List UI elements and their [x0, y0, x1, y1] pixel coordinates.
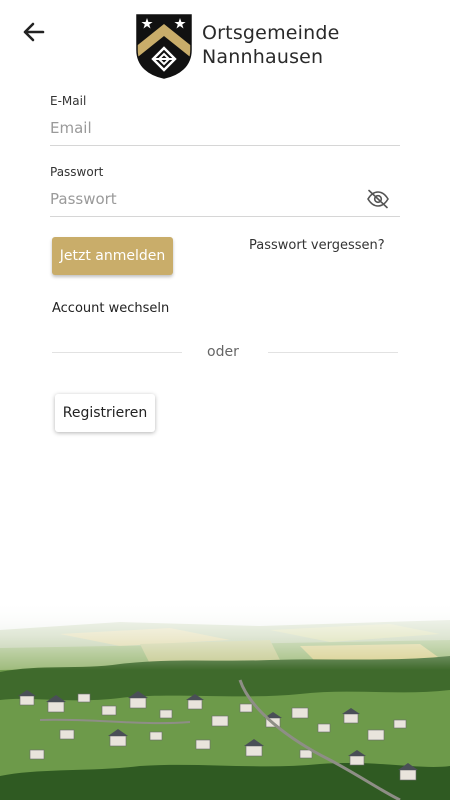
divider-text: oder [207, 344, 239, 360]
divider-line-right [268, 352, 398, 353]
password-label: Passwort [50, 165, 104, 179]
coat-of-arms-logo [134, 12, 194, 80]
email-label: E-Mail [50, 94, 87, 108]
email-underline [50, 145, 400, 146]
email-input[interactable] [50, 113, 400, 143]
village-landscape-image [0, 600, 450, 800]
password-input[interactable] [50, 184, 355, 214]
password-underline [50, 216, 400, 217]
arrow-left-icon [23, 22, 45, 42]
back-button[interactable] [20, 18, 48, 46]
switch-account-link[interactable]: Account wechseln [52, 301, 169, 316]
forgot-password-link[interactable]: Passwort vergessen? [249, 238, 385, 253]
login-button[interactable]: Jetzt anmelden [52, 237, 173, 275]
org-name-line1: Ortsgemeinde [202, 22, 340, 44]
divider-line-left [52, 352, 182, 353]
password-visibility-toggle[interactable] [364, 186, 392, 212]
organization-name: Ortsgemeinde Nannhausen [202, 21, 340, 69]
coat-of-arms-icon [136, 14, 192, 79]
org-name-line2: Nannhausen [202, 46, 324, 68]
register-button[interactable]: Registrieren [55, 394, 155, 432]
eye-off-icon [367, 189, 389, 209]
